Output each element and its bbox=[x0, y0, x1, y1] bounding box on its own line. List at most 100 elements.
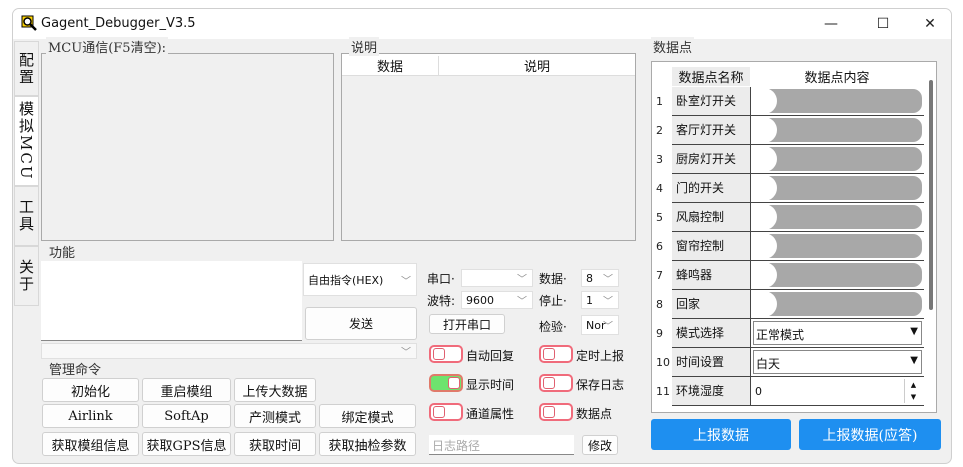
datapoint-row: 3 厨房灯开关 bbox=[652, 145, 924, 174]
stop-bits-select[interactable]: 1 ﹀ bbox=[581, 291, 619, 309]
command-type-value: 自由指令(HEX) bbox=[308, 273, 384, 287]
datapoint-row: 7 蜂鸣器 bbox=[652, 261, 924, 290]
datapoints-table: 数据点名称 数据点内容 1 卧室灯开关 2 客厅灯开关 3 厨房灯开关 4 门的开关 5 风扇控制… bbox=[651, 61, 937, 413]
stop-bits-value: 1 bbox=[586, 293, 593, 307]
toggle-label: 自动回复 bbox=[466, 349, 515, 363]
datapoint-number-value: 0 bbox=[755, 385, 762, 398]
history-select[interactable]: ﹀ bbox=[41, 343, 417, 359]
datapoint-switch[interactable] bbox=[751, 262, 922, 288]
datapoint-switch[interactable] bbox=[751, 291, 922, 317]
app-window: Gagent_Debugger_V3.5 — ☐ ✕ 配置 模拟MCU 工具 关… bbox=[12, 8, 952, 464]
datapoint-index: 5 bbox=[656, 211, 663, 224]
parity-label: 检验· bbox=[539, 320, 567, 334]
datapoint-switch[interactable] bbox=[751, 88, 922, 114]
datapoint-number-spinner[interactable]: 0 ▲ ▼ bbox=[753, 379, 922, 403]
data-bits-value: 8 bbox=[586, 271, 593, 285]
tab-about[interactable]: 关于 bbox=[14, 246, 39, 306]
log-path-placeholder: 日志路径 bbox=[432, 439, 481, 453]
toggle-switch[interactable] bbox=[539, 374, 573, 392]
management-command-button[interactable]: 上传大数据 bbox=[234, 378, 316, 402]
toggle-switch[interactable] bbox=[429, 374, 463, 392]
close-button[interactable]: ✕ bbox=[910, 13, 950, 35]
send-button[interactable]: 发送 bbox=[305, 307, 417, 340]
window-title: Gagent_Debugger_V3.5 bbox=[41, 16, 196, 31]
maximize-button[interactable]: ☐ bbox=[863, 13, 903, 35]
mcu-log-area[interactable] bbox=[41, 53, 334, 241]
command-input[interactable] bbox=[41, 261, 302, 341]
datapoint-content bbox=[750, 232, 924, 261]
datapoint-index: 4 bbox=[656, 182, 663, 195]
tab-config[interactable]: 配置 bbox=[14, 41, 39, 96]
datapoint-index: 1 bbox=[656, 95, 663, 108]
datapoint-name: 客厅灯开关 bbox=[672, 116, 750, 145]
datapoint-switch[interactable] bbox=[751, 204, 922, 230]
datapoint-index: 9 bbox=[656, 327, 663, 340]
datapoint-row: 11 环境湿度 0 ▲ ▼ bbox=[652, 377, 924, 406]
datapoint-enum-select[interactable]: 白天 ▼ bbox=[753, 350, 922, 374]
datapoint-index: 3 bbox=[656, 153, 663, 166]
datapoint-row: 8 回家 bbox=[652, 290, 924, 319]
management-command-button[interactable]: Airlink bbox=[42, 404, 139, 428]
spin-arrows-icon[interactable]: ▲ ▼ bbox=[904, 379, 922, 403]
log-path-input[interactable]: 日志路径 bbox=[429, 435, 574, 455]
datapoint-name: 时间设置 bbox=[672, 348, 750, 377]
datapoint-index: 7 bbox=[656, 269, 663, 282]
datapoint-name: 门的开关 bbox=[672, 174, 750, 203]
management-command-button[interactable]: 产测模式 bbox=[234, 404, 316, 428]
datapoint-name: 卧室灯开关 bbox=[672, 87, 750, 116]
toggle-label: 数据点 bbox=[576, 407, 613, 421]
toggle-switch[interactable] bbox=[429, 345, 463, 363]
data-bits-select[interactable]: 8 ﹀ bbox=[581, 269, 619, 287]
management-command-button[interactable]: 获取时间 bbox=[234, 432, 316, 456]
management-command-button[interactable]: 获取模组信息 bbox=[42, 432, 139, 456]
baud-select[interactable]: 9600 ﹀ bbox=[461, 291, 533, 309]
datapoint-content: 白天 ▼ bbox=[750, 348, 924, 377]
data-bits-label: 数据· bbox=[539, 272, 567, 286]
chevron-down-icon: ﹀ bbox=[603, 321, 613, 333]
report-data-ack-button[interactable]: 上报数据(应答) bbox=[799, 419, 941, 450]
report-data-button[interactable]: 上报数据 bbox=[651, 419, 791, 450]
toggle-switch[interactable] bbox=[539, 403, 573, 421]
datapoint-row: 6 窗帘控制 bbox=[652, 232, 924, 261]
toggle-switch[interactable] bbox=[539, 345, 573, 363]
modify-log-path-button[interactable]: 修改 bbox=[582, 435, 618, 455]
datapoint-name: 风扇控制 bbox=[672, 203, 750, 232]
col-header-name: 数据点名称 bbox=[672, 67, 750, 86]
chevron-down-icon: ﹀ bbox=[603, 296, 613, 308]
management-command-button[interactable]: SoftAp bbox=[142, 404, 231, 428]
management-command-button[interactable]: 获取抽检参数 bbox=[319, 432, 416, 456]
datapoint-switch[interactable] bbox=[751, 146, 922, 172]
baud-label: 波特: bbox=[427, 294, 456, 308]
description-table: 数据 说明 bbox=[341, 53, 636, 241]
tab-simulate-mcu[interactable]: 模拟MCU bbox=[14, 96, 39, 186]
chevron-down-icon: ﹀ bbox=[603, 274, 613, 286]
minimize-button[interactable]: — bbox=[811, 13, 851, 35]
datapoint-content bbox=[750, 116, 924, 145]
datapoint-row: 10 时间设置 白天 ▼ bbox=[652, 348, 924, 377]
management-command-button[interactable]: 初始化 bbox=[42, 378, 139, 402]
datapoint-enum-select[interactable]: 正常模式 ▼ bbox=[753, 321, 922, 345]
management-command-button[interactable]: 绑定模式 bbox=[319, 404, 416, 428]
datapoint-switch[interactable] bbox=[751, 233, 922, 259]
management-command-button[interactable]: 获取GPS信息 bbox=[142, 432, 231, 456]
datapoints-group-label: 数据点 bbox=[651, 37, 695, 56]
datapoint-switch[interactable] bbox=[751, 117, 922, 143]
empty-slot bbox=[319, 378, 416, 402]
toggle-label: 保存日志 bbox=[576, 378, 625, 392]
command-type-select[interactable]: 自由指令(HEX) ﹀ bbox=[303, 263, 417, 296]
port-select[interactable]: ﹀ bbox=[461, 269, 533, 287]
datapoint-name: 蜂鸣器 bbox=[672, 261, 750, 290]
datapoint-index: 10 bbox=[656, 356, 670, 369]
parity-select[interactable]: Nor ﹀ bbox=[581, 315, 619, 335]
management-command-button[interactable]: 重启模组 bbox=[142, 378, 231, 402]
toggle-switch[interactable] bbox=[429, 403, 463, 421]
col-header-desc: 说明 bbox=[523, 60, 550, 75]
datapoint-content bbox=[750, 87, 924, 116]
datapoint-content bbox=[750, 145, 924, 174]
datapoint-row: 1 卧室灯开关 bbox=[652, 87, 924, 116]
scrollbar-thumb[interactable] bbox=[929, 80, 933, 310]
datapoint-switch[interactable] bbox=[751, 175, 922, 201]
tab-tools[interactable]: 工具 bbox=[14, 186, 39, 246]
stop-bits-label: 停止· bbox=[539, 294, 567, 308]
open-port-button[interactable]: 打开串口 bbox=[429, 314, 505, 334]
